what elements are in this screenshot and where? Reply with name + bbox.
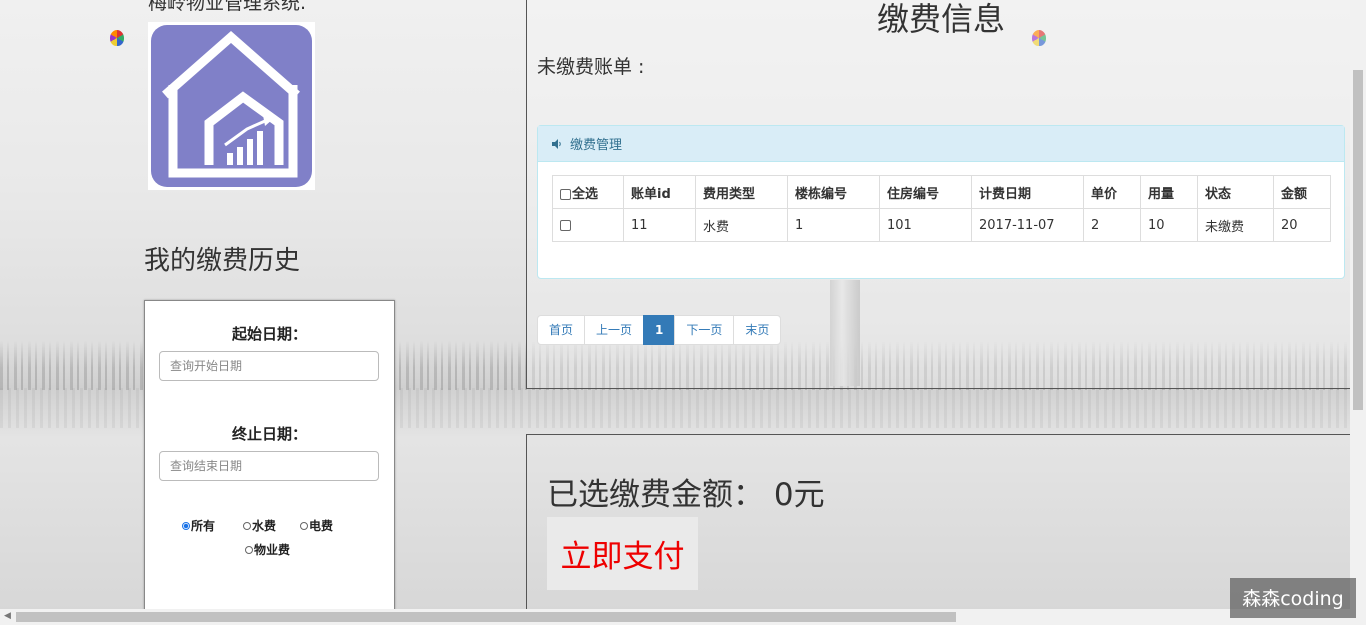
column-header: 单价 bbox=[1083, 175, 1141, 209]
panel-title: 缴费管理 bbox=[570, 138, 623, 153]
column-header: 费用类型 bbox=[695, 175, 788, 209]
balloon-icon bbox=[110, 30, 124, 46]
table-cell: 10 bbox=[1140, 208, 1198, 242]
first-page-link[interactable]: 首页 bbox=[537, 315, 586, 345]
payment-info-section: 缴费信息 未缴费账单 : 缴费管理 全选 账单id 费用类型 楼栋编号 住房编号… bbox=[526, 0, 1351, 389]
page-title: 缴费信息 bbox=[877, 0, 1006, 38]
table-cell: 2 bbox=[1083, 208, 1141, 242]
radio-button[interactable] bbox=[300, 521, 308, 530]
table-header-row: 全选 账单id 费用类型 楼栋编号 住房编号 计费日期 单价 用量 状态 金额 bbox=[552, 175, 1331, 209]
row-select-cell[interactable] bbox=[552, 208, 624, 242]
table-row: 11 水费 1 101 2017-11-07 2 10 未缴费 20 bbox=[552, 208, 1331, 242]
end-date-input[interactable] bbox=[159, 451, 379, 481]
column-header: 金额 bbox=[1273, 175, 1331, 209]
radio-option-property[interactable]: 物业费 bbox=[245, 541, 290, 558]
start-date-input[interactable] bbox=[159, 351, 379, 381]
history-filter-box: 起始日期： 终止日期： 所有 水费 电费 物业费 bbox=[144, 300, 395, 625]
prev-page-link[interactable]: 上一页 bbox=[584, 315, 645, 345]
panel-heading: 缴费管理 bbox=[538, 126, 1344, 162]
last-page-link[interactable]: 末页 bbox=[733, 315, 782, 345]
next-page-link[interactable]: 下一页 bbox=[674, 315, 735, 345]
vertical-scrollbar-thumb[interactable] bbox=[1353, 70, 1363, 410]
start-date-label: 起始日期： bbox=[231, 325, 307, 343]
radio-button[interactable] bbox=[182, 521, 190, 530]
scroll-left-arrow-icon[interactable]: ◀ bbox=[4, 611, 11, 621]
table-cell: 11 bbox=[623, 208, 696, 242]
vertical-scrollbar[interactable] bbox=[1350, 0, 1366, 609]
watermark: 森森coding bbox=[1230, 578, 1356, 618]
table-cell: 20 bbox=[1273, 208, 1331, 242]
bills-table: 全选 账单id 费用类型 楼栋编号 住房编号 计费日期 单价 用量 状态 金额 … bbox=[552, 175, 1331, 242]
volume-icon bbox=[552, 138, 562, 149]
table-cell: 未缴费 bbox=[1197, 208, 1274, 242]
system-title: 梅岭物业管理系统. bbox=[148, 0, 307, 14]
row-checkbox[interactable] bbox=[560, 219, 571, 231]
history-title: 我的缴费历史 bbox=[144, 246, 301, 276]
select-all-header[interactable]: 全选 bbox=[552, 175, 624, 209]
table-cell: 101 bbox=[879, 208, 972, 242]
pay-now-button[interactable]: 立即支付 bbox=[547, 517, 698, 590]
radio-button[interactable] bbox=[243, 521, 251, 530]
horizontal-scrollbar-thumb[interactable] bbox=[16, 612, 956, 622]
column-header: 计费日期 bbox=[971, 175, 1084, 209]
table-cell: 2017-11-07 bbox=[971, 208, 1084, 242]
column-header: 住房编号 bbox=[879, 175, 972, 209]
radio-option-electricity[interactable]: 电费 bbox=[300, 517, 333, 534]
radio-option-all[interactable]: 所有 bbox=[182, 517, 215, 534]
payment-summary-section: 已选缴费金额： 0元 立即支付 bbox=[526, 434, 1351, 625]
house-chart-icon bbox=[162, 31, 300, 178]
logo bbox=[148, 22, 315, 190]
column-header: 楼栋编号 bbox=[787, 175, 880, 209]
column-header: 用量 bbox=[1140, 175, 1198, 209]
horizontal-scrollbar[interactable]: ◀ bbox=[0, 609, 1366, 625]
radio-button[interactable] bbox=[245, 545, 253, 554]
page-number-link[interactable]: 1 bbox=[643, 315, 676, 345]
column-header: 状态 bbox=[1197, 175, 1274, 209]
radio-option-water[interactable]: 水费 bbox=[243, 517, 276, 534]
select-all-checkbox[interactable] bbox=[560, 188, 571, 200]
end-date-label: 终止日期： bbox=[231, 425, 307, 443]
selected-amount-text: 已选缴费金额： 0元 bbox=[547, 477, 825, 513]
table-cell: 1 bbox=[787, 208, 880, 242]
table-cell: 水费 bbox=[695, 208, 788, 242]
column-header: 账单id bbox=[623, 175, 696, 209]
unpaid-bills-label: 未缴费账单 : bbox=[537, 56, 645, 78]
payment-management-panel: 缴费管理 全选 账单id 费用类型 楼栋编号 住房编号 计费日期 单价 用量 状… bbox=[537, 125, 1345, 279]
pagination: 首页 上一页 1 下一页 末页 bbox=[537, 315, 782, 345]
